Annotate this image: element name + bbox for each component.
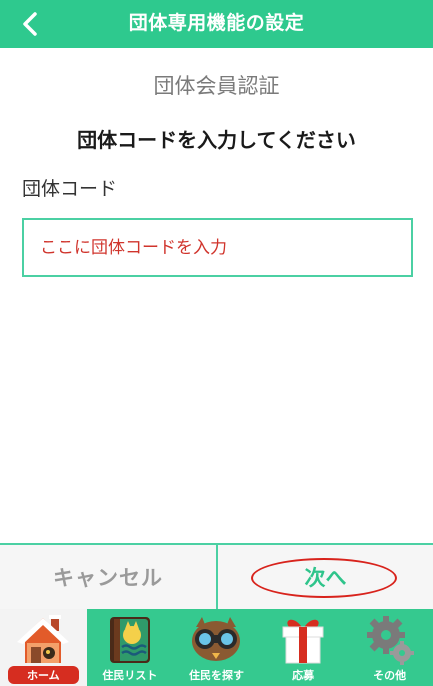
group-code-input[interactable] [24,220,411,275]
binoculars-icon [192,617,241,661]
gear-icon [366,616,414,665]
gift-icon [282,619,324,664]
tab-resident-list[interactable]: 住民リスト [87,609,174,686]
page-title: 団体専用機能の設定 [128,12,305,34]
tab-label-resident-list: 住民リスト [102,669,158,682]
tab-label-other: その他 [373,669,407,682]
tab-label-search-residents: 住民を探す [188,669,244,682]
book-icon [109,617,150,663]
app-header: 団体専用機能の設定 [0,0,433,48]
tab-search-residents[interactable]: 住民を探す [173,609,260,686]
tab-home[interactable]: ホーム [0,609,87,686]
next-button[interactable]: 次へ [218,545,433,609]
tab-other[interactable]: その他 [346,609,433,686]
action-bar: キャンセル 次へ [0,543,433,609]
group-code-label: 団体コード [22,178,118,200]
bottom-tab-bar: ホーム 住民リスト 住民を探す 応募 その他 [0,609,433,686]
tab-label-apply: 応募 [292,669,315,682]
instruction-text: 団体コードを入力してください [77,128,356,152]
tab-label-home: ホーム [8,666,79,684]
house-icon [17,615,70,663]
group-code-field[interactable] [22,218,413,277]
cancel-button[interactable]: キャンセル [0,545,216,609]
section-title: 団体会員認証 [153,74,280,98]
tab-apply[interactable]: 応募 [260,609,347,686]
highlight-ring [251,558,397,598]
